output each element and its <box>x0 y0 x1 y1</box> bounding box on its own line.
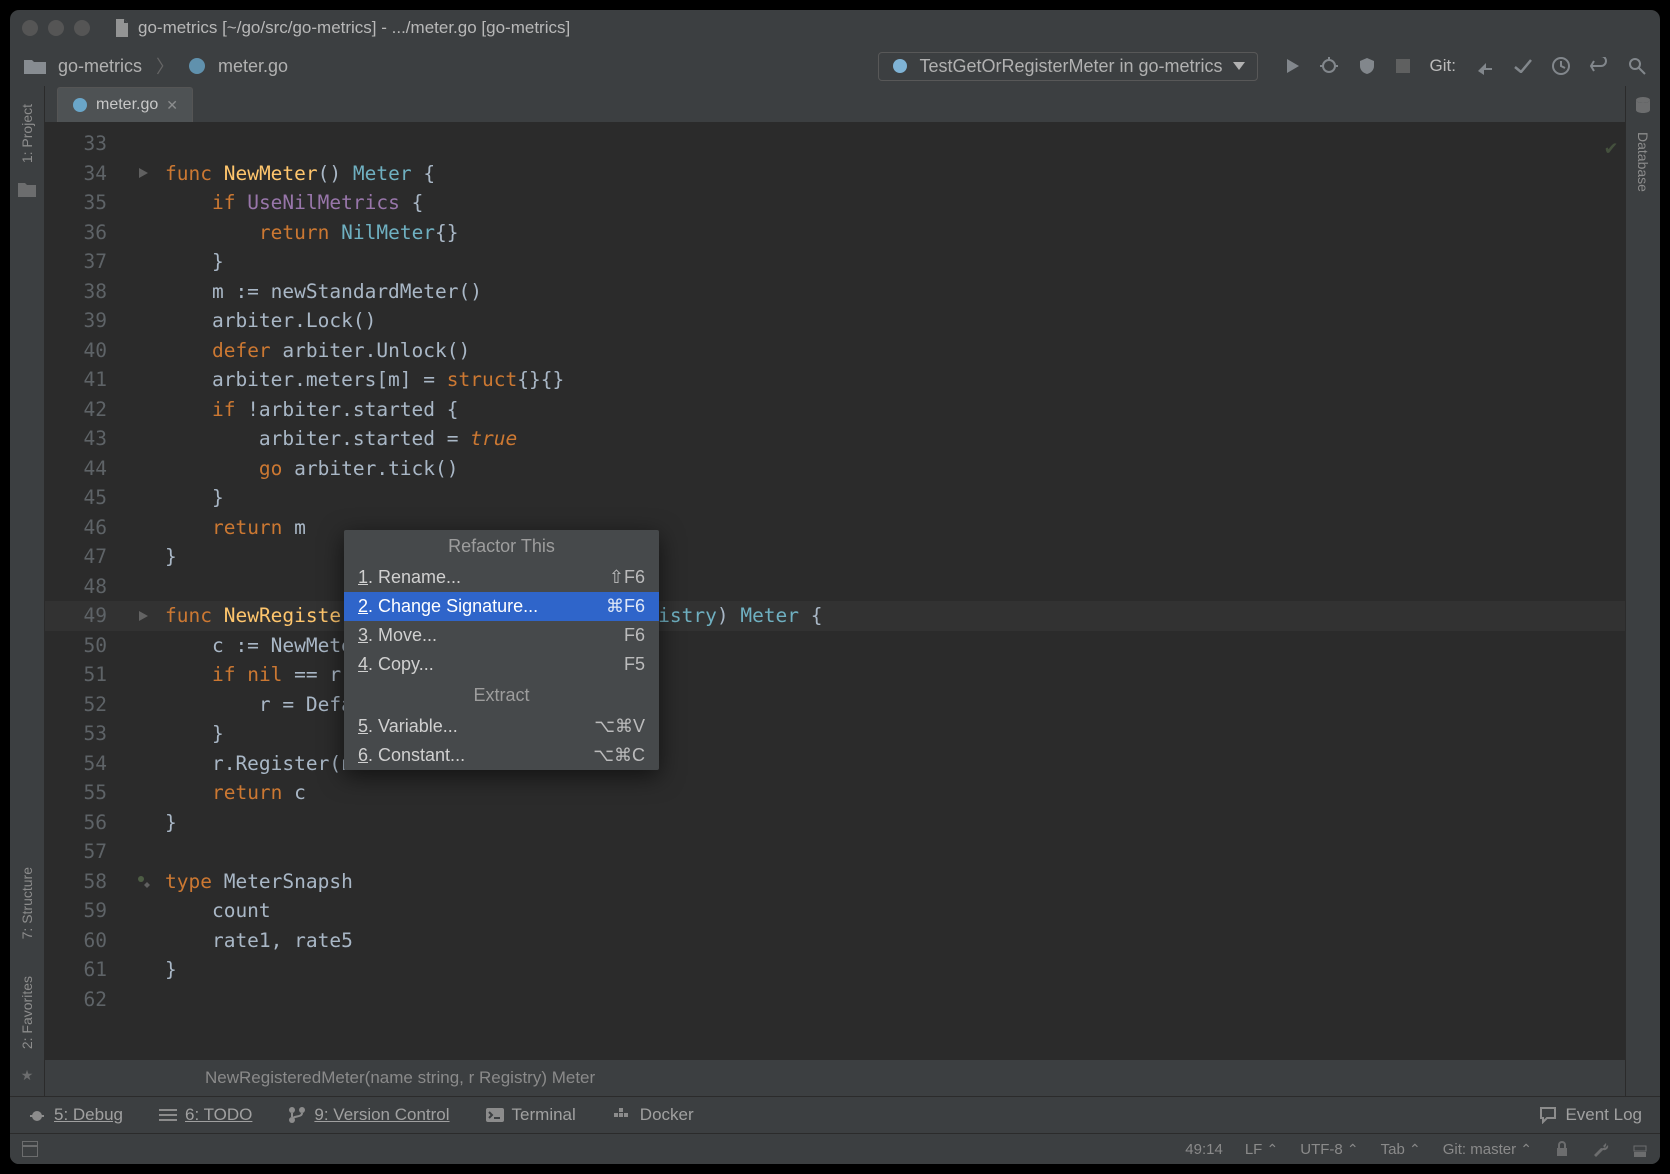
tool-database[interactable]: Database <box>1635 114 1651 210</box>
tool-event-log[interactable]: Event Log <box>1539 1105 1642 1125</box>
stop-icon[interactable] <box>1396 59 1410 73</box>
status-bar: 49:14 LF ⌃ UTF-8 ⌃ Tab ⌃ Git: master ⌃ <box>10 1133 1660 1164</box>
refactor-item-copy[interactable]: 4. Copy...F5 <box>344 650 659 679</box>
lock-icon[interactable] <box>1554 1141 1570 1157</box>
run-configuration-selector[interactable]: TestGetOrRegisterMeter in go-metrics <box>878 52 1257 81</box>
coverage-icon[interactable] <box>1358 57 1376 75</box>
crumb-bar[interactable]: NewRegisteredMeter(name string, r Regist… <box>45 1059 1625 1096</box>
file-icon <box>114 19 130 37</box>
navigation-bar: go-metrics 〉 meter.go TestGetOrRegisterM… <box>10 46 1660 86</box>
close-icon[interactable] <box>22 20 38 36</box>
branch-icon <box>288 1106 306 1124</box>
tool-structure[interactable]: 7: Structure <box>19 849 35 957</box>
run-icon[interactable] <box>1284 58 1300 74</box>
folder-icon <box>18 181 36 197</box>
star-icon: ★ <box>21 1067 34 1084</box>
gopher-icon <box>891 58 909 74</box>
bottom-tool-strip: 5: Debug 6: TODO 9: Version Control Term… <box>10 1096 1660 1133</box>
tool-todo[interactable]: 6: TODO <box>159 1105 252 1125</box>
tool-debug[interactable]: 5: Debug <box>28 1105 123 1125</box>
refactor-item-variable[interactable]: 5. Variable...⌥⌘V <box>344 712 659 741</box>
revert-icon[interactable] <box>1590 57 1608 75</box>
right-tool-rail: Database <box>1625 86 1660 1096</box>
refactor-item-rename[interactable]: 1. Rename...⇧F6 <box>344 563 659 592</box>
minimize-icon[interactable] <box>48 20 64 36</box>
terminal-icon <box>486 1108 504 1122</box>
database-icon <box>1634 96 1652 114</box>
window-controls[interactable] <box>22 20 90 36</box>
history-icon[interactable] <box>1552 57 1570 75</box>
list-icon <box>159 1108 177 1122</box>
breadcrumb-file[interactable]: meter.go <box>218 56 288 77</box>
tab-label: meter.go <box>96 96 158 114</box>
go-file-icon <box>72 97 88 113</box>
git-label: Git: <box>1430 56 1456 76</box>
refactor-item-move[interactable]: 3. Move...F6 <box>344 621 659 650</box>
run-configuration-label: TestGetOrRegisterMeter in go-metrics <box>919 56 1222 77</box>
git-pull-icon[interactable] <box>1476 57 1494 75</box>
code-editor[interactable]: ✔ 33343536373839404142434445464748495051… <box>45 123 1625 1059</box>
status-line-ending[interactable]: LF ⌃ <box>1245 1141 1278 1158</box>
breadcrumb-project[interactable]: go-metrics <box>58 56 142 77</box>
editor-tabs: meter.go ✕ <box>45 86 1625 123</box>
memory-icon[interactable] <box>1632 1141 1648 1157</box>
refactor-popup: Refactor This 1. Rename...⇧F62. Change S… <box>344 530 659 770</box>
line-gutter[interactable]: 3334353637383940414243444546474849505152… <box>45 123 121 1059</box>
status-encoding[interactable]: UTF-8 ⌃ <box>1300 1141 1358 1158</box>
search-icon[interactable] <box>1628 57 1646 75</box>
window-title: go-metrics [~/go/src/go-metrics] - .../m… <box>138 18 570 38</box>
wrench-icon[interactable] <box>1592 1141 1610 1157</box>
status-caret-pos[interactable]: 49:14 <box>1185 1141 1223 1158</box>
tool-docker[interactable]: Docker <box>612 1105 694 1125</box>
status-indent[interactable]: Tab ⌃ <box>1381 1141 1421 1158</box>
tool-terminal[interactable]: Terminal <box>486 1105 576 1125</box>
tool-project[interactable]: 1: Project <box>19 86 35 181</box>
folder-icon <box>24 58 46 74</box>
editor-tab[interactable]: meter.go ✕ <box>57 87 193 122</box>
git-commit-icon[interactable] <box>1514 59 1532 73</box>
zoom-icon[interactable] <box>74 20 90 36</box>
debug-icon[interactable] <box>1320 57 1338 75</box>
popup-section-extract: Extract <box>344 679 659 712</box>
titlebar: go-metrics [~/go/src/go-metrics] - .../m… <box>10 10 1660 46</box>
refactor-item-constant[interactable]: 6. Constant...⌥⌘C <box>344 741 659 770</box>
window-icon[interactable] <box>22 1141 38 1157</box>
chevron-down-icon <box>1233 62 1245 70</box>
go-file-icon <box>188 57 206 75</box>
popup-title: Refactor This <box>344 530 659 563</box>
left-tool-rail: 1: Project 7: Structure 2: Favorites ★ <box>10 86 45 1096</box>
gutter-marks <box>121 123 165 1059</box>
bug-icon <box>28 1106 46 1124</box>
status-git-branch[interactable]: Git: master ⌃ <box>1443 1141 1532 1158</box>
chevron-right-icon: 〉 <box>156 53 174 79</box>
docker-icon <box>612 1107 632 1123</box>
close-icon[interactable]: ✕ <box>166 97 178 114</box>
speech-icon <box>1539 1106 1557 1124</box>
refactor-item-change-signature[interactable]: 2. Change Signature...⌘F6 <box>344 592 659 621</box>
tool-favorites[interactable]: 2: Favorites <box>19 958 35 1067</box>
crumb-text: NewRegisteredMeter(name string, r Regist… <box>205 1068 595 1088</box>
tool-version-control[interactable]: 9: Version Control <box>288 1105 449 1125</box>
